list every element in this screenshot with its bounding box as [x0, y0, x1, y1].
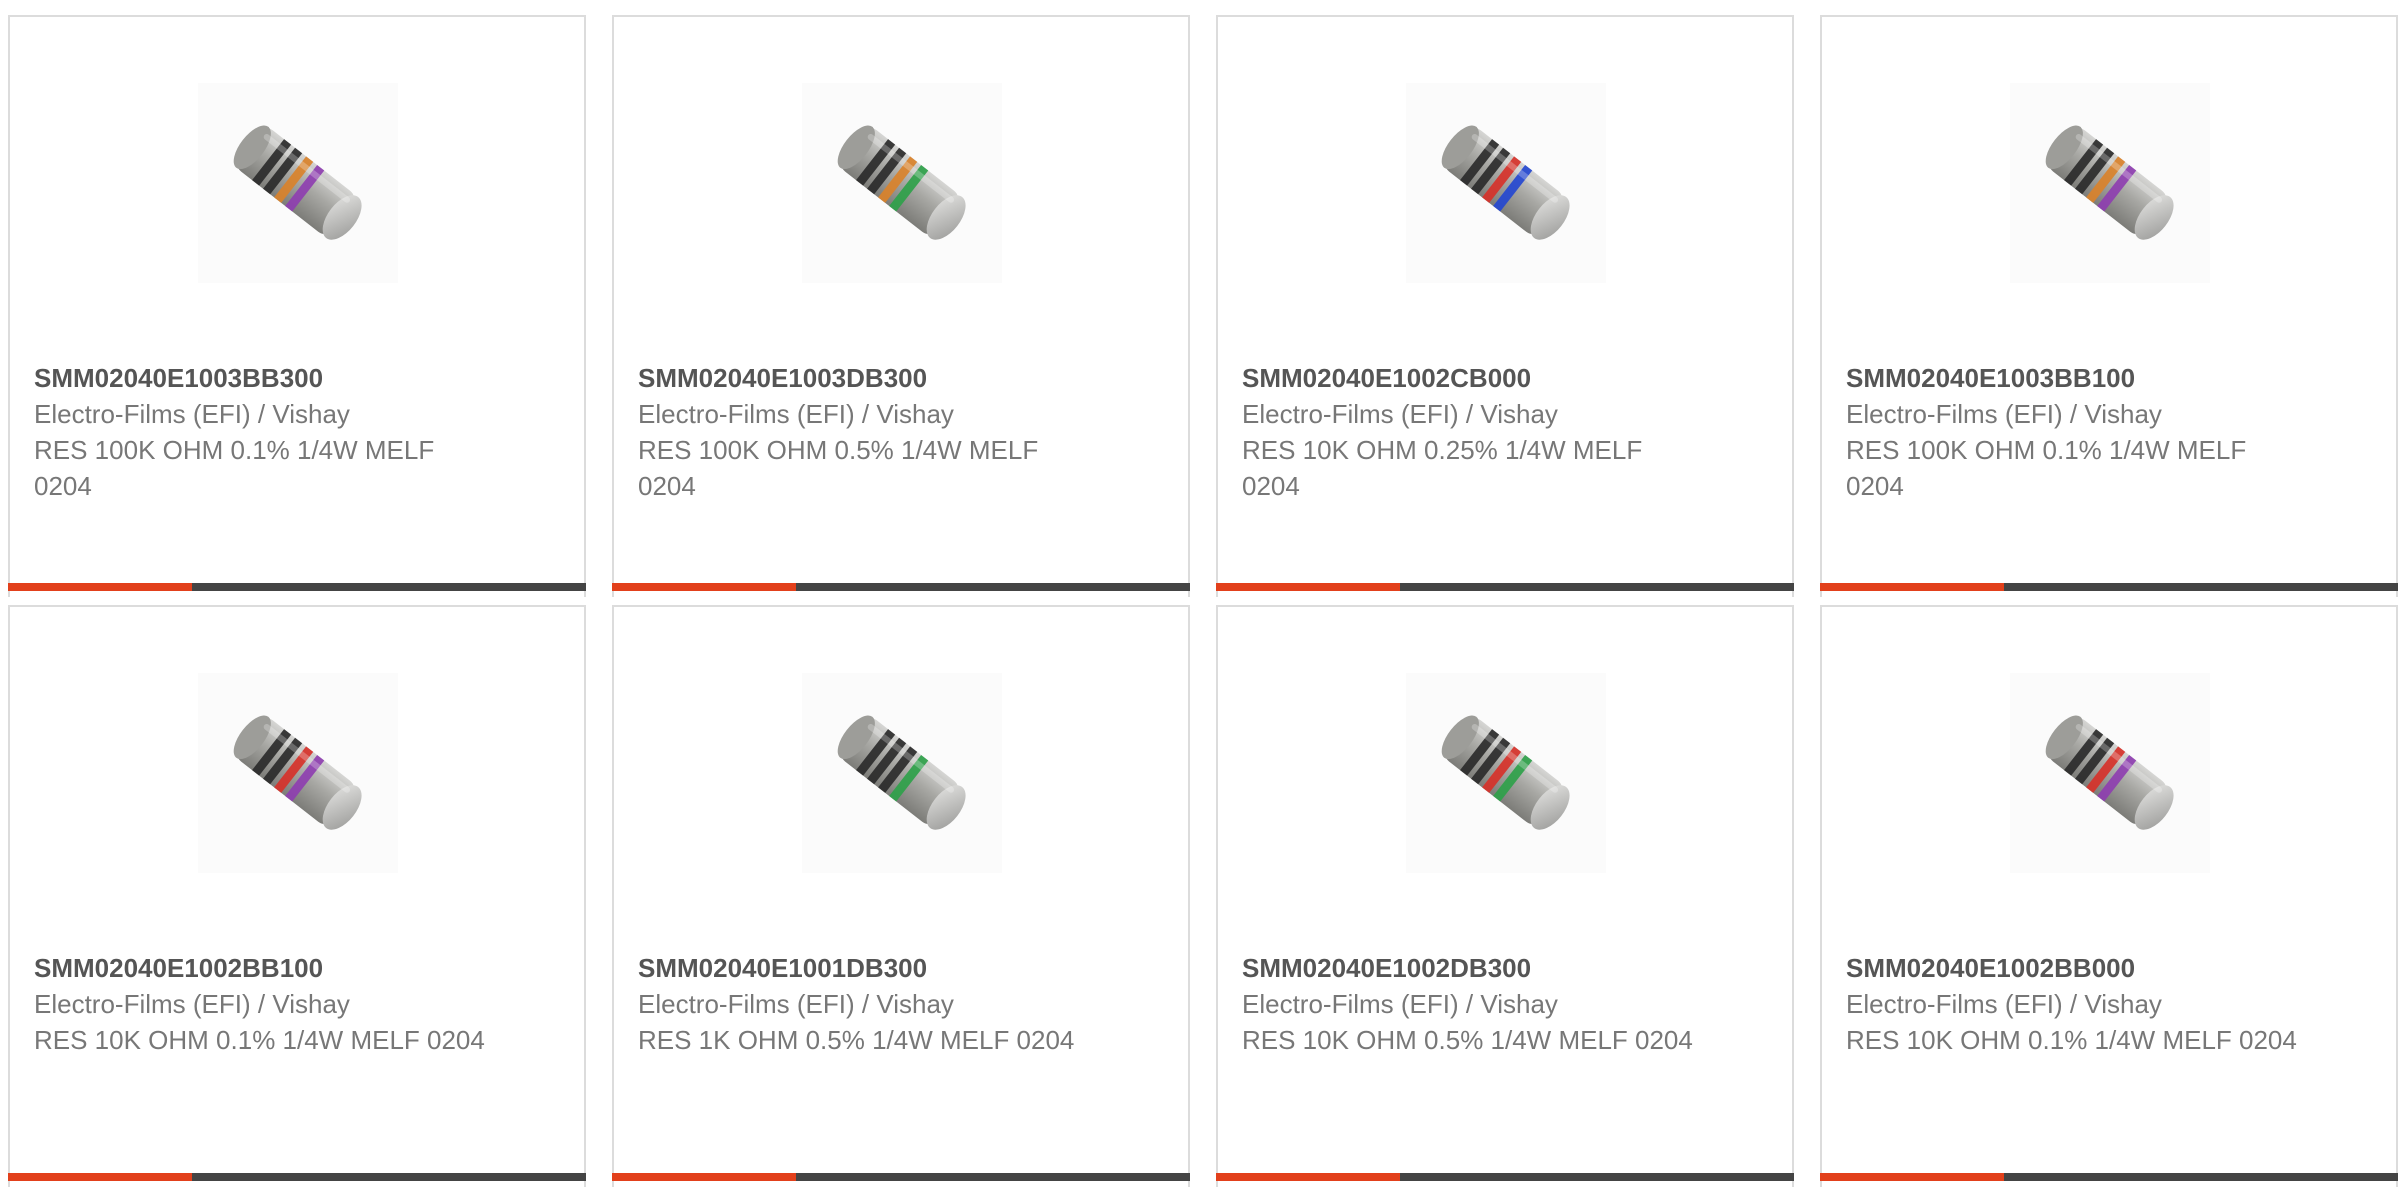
resistor-image[interactable]	[1406, 83, 1606, 283]
resistor-body	[233, 715, 362, 830]
product-description: RES 10K OHM 0.1% 1/4W MELF 0204	[1846, 1025, 2297, 1055]
resistor-image[interactable]	[2010, 673, 2210, 873]
product-description: RES 100K OHM 0.5% 1/4W MELF 0204	[638, 435, 1039, 501]
resistor-image[interactable]	[198, 673, 398, 873]
resistor-body	[1441, 715, 1570, 830]
resistor-image[interactable]	[2010, 83, 2210, 283]
manufacturer: Electro-Films (EFI) / Vishay	[1242, 989, 1558, 1019]
product-description: RES 10K OHM 0.5% 1/4W MELF 0204	[1242, 1025, 1693, 1055]
part-number[interactable]: SMM02040E1003BB300	[34, 360, 323, 396]
manufacturer: Electro-Films (EFI) / Vishay	[638, 399, 954, 429]
resistor-graphic	[2045, 715, 2174, 830]
resistor-body	[2045, 125, 2174, 240]
card-bar-accent	[1820, 1173, 2004, 1181]
part-number[interactable]: SMM02040E1002DB300	[1242, 950, 1531, 986]
product-card[interactable]: SMM02040E1002BB100 Electro-Films (EFI) /…	[8, 605, 586, 1187]
product-description: RES 10K OHM 0.1% 1/4W MELF 0204	[34, 1025, 485, 1055]
card-bar-accent	[1820, 583, 2004, 591]
product-card[interactable]: SMM02040E1003DB300 Electro-Films (EFI) /…	[612, 15, 1190, 597]
product-description: RES 100K OHM 0.1% 1/4W MELF 0204	[34, 435, 435, 501]
resistor-image[interactable]	[802, 673, 1002, 873]
product-card[interactable]: SMM02040E1003BB100 Electro-Films (EFI) /…	[1820, 15, 2398, 597]
card-bottom-bar	[1820, 583, 2398, 591]
resistor-body	[233, 125, 362, 240]
part-number[interactable]: SMM02040E1001DB300	[638, 950, 927, 986]
resistor-image[interactable]	[802, 83, 1002, 283]
resistor-graphic	[837, 125, 966, 240]
resistor-body	[837, 125, 966, 240]
product-card[interactable]: SMM02040E1003BB300 Electro-Films (EFI) /…	[8, 15, 586, 597]
card-bottom-bar	[8, 583, 586, 591]
part-number[interactable]: SMM02040E1003DB300	[638, 360, 927, 396]
product-card[interactable]: SMM02040E1002CB000 Electro-Films (EFI) /…	[1216, 15, 1794, 597]
card-bottom-bar	[612, 583, 1190, 591]
manufacturer: Electro-Films (EFI) / Vishay	[638, 989, 954, 1019]
product-card[interactable]: SMM02040E1001DB300 Electro-Films (EFI) /…	[612, 605, 1190, 1187]
card-bottom-bar	[8, 1173, 586, 1181]
manufacturer: Electro-Films (EFI) / Vishay	[34, 989, 350, 1019]
resistor-body	[1441, 125, 1570, 240]
card-bar-accent	[612, 1173, 796, 1181]
product-description: RES 10K OHM 0.25% 1/4W MELF 0204	[1242, 435, 1643, 501]
product-description: RES 100K OHM 0.1% 1/4W MELF 0204	[1846, 435, 2247, 501]
part-number[interactable]: SMM02040E1002BB000	[1846, 950, 2135, 986]
card-bar-accent	[612, 583, 796, 591]
card-bar-accent	[1216, 1173, 1400, 1181]
part-number[interactable]: SMM02040E1002BB100	[34, 950, 323, 986]
manufacturer: Electro-Films (EFI) / Vishay	[1846, 399, 2162, 429]
card-bottom-bar	[1216, 583, 1794, 591]
manufacturer: Electro-Films (EFI) / Vishay	[1242, 399, 1558, 429]
resistor-graphic	[233, 125, 362, 240]
part-number[interactable]: SMM02040E1002CB000	[1242, 360, 1531, 396]
part-number[interactable]: SMM02040E1003BB100	[1846, 360, 2135, 396]
card-bar-accent	[8, 1173, 192, 1181]
card-bar-accent	[1216, 583, 1400, 591]
card-bar-accent	[8, 583, 192, 591]
card-bottom-bar	[612, 1173, 1190, 1181]
card-bottom-bar	[1216, 1173, 1794, 1181]
product-card[interactable]: SMM02040E1002DB300 Electro-Films (EFI) /…	[1216, 605, 1794, 1187]
product-card[interactable]: SMM02040E1002BB000 Electro-Films (EFI) /…	[1820, 605, 2398, 1187]
resistor-image[interactable]	[198, 83, 398, 283]
resistor-graphic	[837, 715, 966, 830]
resistor-image[interactable]	[1406, 673, 1606, 873]
resistor-graphic	[2045, 125, 2174, 240]
resistor-body	[2045, 715, 2174, 830]
product-grid: SMM02040E1003BB300 Electro-Films (EFI) /…	[0, 0, 2400, 1187]
resistor-graphic	[1441, 125, 1570, 240]
product-description: RES 1K OHM 0.5% 1/4W MELF 0204	[638, 1025, 1075, 1055]
resistor-body	[837, 715, 966, 830]
manufacturer: Electro-Films (EFI) / Vishay	[1846, 989, 2162, 1019]
card-bottom-bar	[1820, 1173, 2398, 1181]
manufacturer: Electro-Films (EFI) / Vishay	[34, 399, 350, 429]
resistor-graphic	[233, 715, 362, 830]
resistor-graphic	[1441, 715, 1570, 830]
